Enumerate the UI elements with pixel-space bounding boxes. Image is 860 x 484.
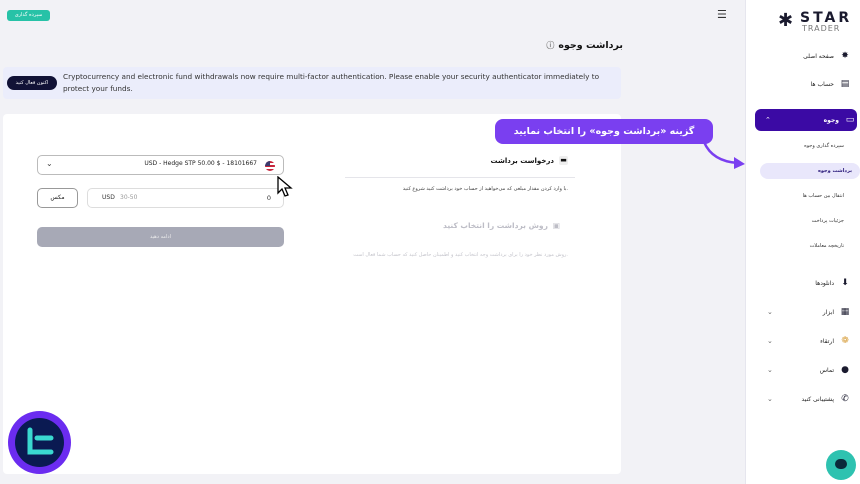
sidebar-item-label: ارتقاء — [820, 337, 834, 345]
amount-range: 30-50 — [120, 194, 138, 201]
watermark-logo — [8, 411, 71, 474]
info-icon: ⓘ — [546, 41, 555, 50]
chevron-down-icon: ⌄ — [767, 337, 773, 345]
download-icon: ⬇ — [841, 278, 849, 288]
sub-item-withdraw[interactable]: برداشت وجوه — [760, 163, 860, 179]
sidebar-item-tools[interactable]: ⌄ ابزار ▦ — [757, 301, 852, 323]
chevron-up-icon: ⌃ — [765, 116, 771, 124]
sidebar-item-label: دانلودها — [815, 279, 834, 287]
chevron-down-icon: ⌄ — [46, 159, 53, 168]
sidebar-item-label: تماس — [819, 366, 834, 374]
card-icon: ▬ — [559, 156, 568, 165]
home-icon: ✸ — [841, 51, 849, 61]
alert-text: Cryptocurrency and electronic fund withd… — [63, 72, 600, 93]
amount-currency: USD — [102, 194, 115, 201]
amount-value: 0 — [266, 194, 271, 202]
us-flag-icon — [265, 161, 275, 171]
withdraw-request-title: درخواست برداشت ▬ — [491, 156, 568, 165]
page-title: ⓘ برداشت وجوه — [546, 40, 623, 51]
sub-item-payment-details[interactable]: جزئیات پرداخت — [760, 213, 852, 229]
watermark-logo-inner — [15, 418, 64, 467]
withdraw-request-label: درخواست برداشت — [490, 156, 554, 165]
sidebar-item-support[interactable]: ⌄ پشتیبانی کنید ✆ — [757, 388, 852, 410]
accounts-icon: ▤ — [840, 79, 850, 89]
sidebar-item-funds[interactable]: ⌃ وجوه ▭ — [755, 109, 857, 131]
sub-item-transfer[interactable]: انتقال بین حساب ها — [760, 188, 852, 204]
tutorial-callout: گزینه «برداشت وجوه» را انتخاب نمایید — [495, 119, 713, 144]
sidebar-item-label: ابزار — [822, 308, 834, 316]
sidebar-item-accounts[interactable]: حساب ها ▤ — [757, 73, 852, 95]
amount-input[interactable]: USD 30-50 0 — [87, 188, 284, 208]
upgrade-icon: ❁ — [841, 336, 849, 346]
sidebar-item-label: وجوه — [823, 116, 839, 124]
withdraw-request-desc: با وارد کردن مقدار مبلغی که می‌خواهید از… — [402, 186, 568, 192]
method-title-label: روش برداشت را انتخاب کنید — [443, 221, 548, 230]
sidebar-item-label: پشتیبانی کنید — [801, 395, 835, 403]
mouse-cursor-icon — [277, 176, 293, 197]
callout-arrow-icon — [702, 141, 745, 169]
menu-icon[interactable]: ☰ — [717, 9, 729, 20]
chat-support-button[interactable] — [826, 450, 856, 480]
phone-icon: ✆ — [841, 394, 849, 404]
sidebar-item-downloads[interactable]: دانلودها ⬇ — [757, 272, 852, 294]
page-title-text: برداشت وجوه — [558, 40, 623, 51]
tf-logo-icon — [27, 427, 54, 455]
sidebar-item-contact[interactable]: ⌄ تماس ● — [757, 359, 852, 381]
enable-now-button[interactable]: اکنون فعال کنید — [7, 76, 57, 90]
chevron-down-icon: ⌄ — [767, 308, 773, 316]
sub-item-deposit[interactable]: سپرده گذاری وجوه — [760, 138, 852, 154]
mfa-alert: Cryptocurrency and electronic fund withd… — [3, 67, 621, 99]
contact-icon: ● — [841, 365, 849, 375]
brand-trader: TRADER — [802, 24, 841, 33]
sidebar-item-label: صفحه اصلی — [803, 52, 834, 60]
sidebar-item-label: حساب ها — [810, 80, 834, 88]
sidebar-item-home[interactable]: صفحه اصلی ✸ — [757, 45, 852, 67]
account-select[interactable]: ⌄ USD - Hedge STP 50.00 $ - 18101667 — [37, 155, 284, 175]
account-select-value: USD - Hedge STP 50.00 $ - 18101667 — [144, 160, 257, 167]
method-title: روش برداشت را انتخاب کنید ▣ — [443, 221, 560, 230]
deposit-button[interactable]: سپرده گذاری — [7, 10, 50, 21]
briefcase-icon: ▣ — [552, 221, 560, 230]
wallet-icon: ▭ — [845, 115, 855, 125]
tools-icon: ▦ — [840, 307, 850, 317]
sub-item-history[interactable]: تاریخچه معاملات — [760, 238, 852, 254]
chevron-down-icon: ⌄ — [767, 366, 773, 374]
star-logo-icon: ✱ — [778, 10, 794, 31]
method-desc: روش مورد نظر خود را برای برداشت وجه انتخ… — [353, 252, 568, 258]
sidebar-item-upgrade[interactable]: ⌄ ارتقاء ❁ — [757, 330, 852, 352]
brand-logo: ✱ STAR TRADER — [770, 10, 850, 34]
divider — [345, 177, 575, 178]
chevron-down-icon: ⌄ — [767, 395, 773, 403]
max-button[interactable]: مکس — [37, 188, 78, 208]
continue-button[interactable]: ادامه دهید — [37, 227, 284, 247]
